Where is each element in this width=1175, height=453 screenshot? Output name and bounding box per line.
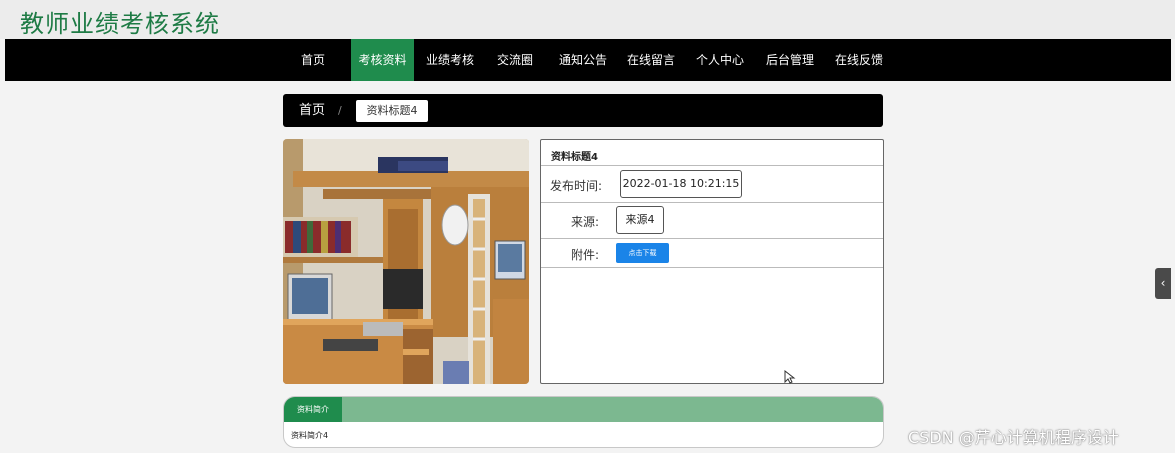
watermark: CSDN @芹心计算机程序设计 xyxy=(908,428,1119,447)
mouse-cursor-icon xyxy=(784,370,796,384)
material-detail-panel: 资料标题4 发布时间: 2022-01-18 10:21:15 来源: 来源4 … xyxy=(540,139,884,384)
source-value: 来源4 xyxy=(616,206,664,234)
nav-item-home[interactable]: 首页 xyxy=(293,39,333,81)
nav-item-community[interactable]: 交流圈 xyxy=(492,39,538,81)
breadcrumb-home-link[interactable]: 首页 xyxy=(299,94,325,127)
nav-item-feedback[interactable]: 在线反馈 xyxy=(831,39,887,81)
intro-text: 资料简介4 xyxy=(291,431,329,440)
publish-time-label: 发布时间: xyxy=(550,179,603,193)
breadcrumb-current: 资料标题4 xyxy=(356,100,428,122)
divider xyxy=(541,238,883,239)
chevron-left-icon[interactable]: ‹ xyxy=(1155,268,1171,299)
intro-tab[interactable]: 资料简介 xyxy=(284,397,342,422)
nav-item-admin[interactable]: 后台管理 xyxy=(762,39,818,81)
divider xyxy=(541,267,883,268)
site-title: 教师业绩考核系统 xyxy=(20,10,220,38)
material-photo xyxy=(283,139,529,384)
breadcrumb: 首页 / 资料标题4 xyxy=(283,94,883,127)
nav-item-performance-assessment[interactable]: 业绩考核 xyxy=(422,39,478,81)
attachment-label: 附件: xyxy=(571,248,600,262)
dorm-room-image xyxy=(283,139,529,384)
nav-item-assessment-materials[interactable]: 考核资料 xyxy=(351,39,414,81)
nav-item-notices[interactable]: 通知公告 xyxy=(555,39,611,81)
main-nav: 首页 考核资料 业绩考核 交流圈 通知公告 在线留言 个人中心 后台管理 在线反… xyxy=(5,39,1171,81)
breadcrumb-separator: / xyxy=(338,104,342,117)
nav-item-messages[interactable]: 在线留言 xyxy=(623,39,679,81)
material-intro-section: 资料简介 资料简介4 xyxy=(283,396,884,448)
material-title: 资料标题4 xyxy=(551,152,598,163)
source-label: 来源: xyxy=(571,215,600,229)
intro-header-bar: 资料简介 xyxy=(284,397,883,422)
divider xyxy=(541,202,883,203)
divider xyxy=(541,165,883,166)
download-button[interactable]: 点击下载 xyxy=(616,243,669,263)
nav-item-personal-center[interactable]: 个人中心 xyxy=(692,39,748,81)
publish-time-value: 2022-01-18 10:21:15 xyxy=(620,170,742,198)
site-header: 教师业绩考核系统 xyxy=(0,0,1175,39)
